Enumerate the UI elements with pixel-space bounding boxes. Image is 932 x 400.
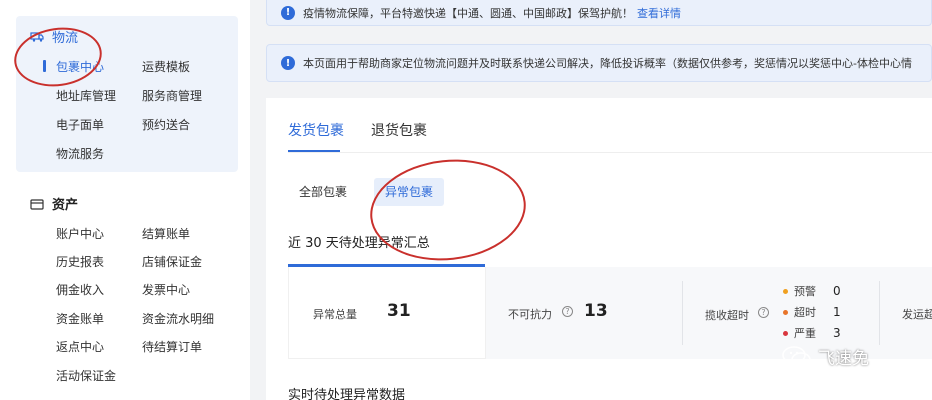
stats-divider bbox=[879, 281, 880, 345]
stat-force-majeure-value: 13 bbox=[584, 301, 608, 321]
timeout-dot bbox=[783, 309, 788, 315]
stat-total-label: 异常总量 bbox=[313, 308, 357, 321]
view-details-link[interactable]: 查看详情 bbox=[637, 5, 681, 21]
page-purpose-notice: ! 本页面用于帮助商家定位物流问题并及时联系快递公司解决，降低投诉概率（数据仅供… bbox=[266, 44, 932, 82]
nav-shop-deposit[interactable]: 店铺保证金 bbox=[142, 253, 202, 270]
level-warning-value: 0 bbox=[833, 284, 841, 298]
stat-dispatch-timeout-label: 发运超 bbox=[902, 308, 932, 321]
help-icon[interactable]: ? bbox=[758, 307, 769, 318]
level-severe: 严重 3 bbox=[783, 325, 841, 341]
tab-return-parcels[interactable]: 退货包裹 bbox=[371, 120, 427, 140]
nav-fund-bill[interactable]: 资金账单 bbox=[56, 310, 104, 327]
level-severe-value: 3 bbox=[833, 326, 841, 340]
nav-provider-management[interactable]: 服务商管理 bbox=[142, 87, 202, 104]
nav-account-center[interactable]: 账户中心 bbox=[56, 225, 104, 242]
nav-invoice-center[interactable]: 发票中心 bbox=[142, 281, 190, 298]
tab-outbound-parcels[interactable]: 发货包裹 bbox=[288, 120, 344, 140]
level-timeout-label: 超时 bbox=[794, 306, 816, 319]
nav-commission-income[interactable]: 佣金收入 bbox=[56, 281, 104, 298]
level-warning: 预警 0 bbox=[783, 283, 841, 299]
level-timeout: 超时 1 bbox=[783, 304, 841, 320]
page-purpose-text: 本页面用于帮助商家定位物流问题并及时联系快递公司解决，降低投诉概率（数据仅供参考… bbox=[303, 57, 912, 70]
stat-total-cell: 异常总量 31 bbox=[288, 267, 486, 359]
nav-settlement-bill[interactable]: 结算账单 bbox=[142, 225, 190, 242]
info-icon: ! bbox=[281, 56, 295, 70]
stat-pickup-timeout-label: 揽收超时 bbox=[705, 309, 749, 322]
segment-all-parcels[interactable]: 全部包裹 bbox=[288, 178, 358, 206]
watermark: 飞速免 bbox=[782, 344, 869, 369]
nav-activity-deposit[interactable]: 活动保证金 bbox=[56, 367, 116, 384]
stat-force-majeure-cell[interactable]: 不可抗力 ? 13 bbox=[486, 267, 682, 359]
nav-history-report[interactable]: 历史报表 bbox=[56, 253, 104, 270]
nav-logistics-service[interactable]: 物流服务 bbox=[56, 145, 104, 162]
nav-rebate-center[interactable]: 返点中心 bbox=[56, 338, 104, 355]
epidemic-notice: ! 疫情物流保障，平台特邀快递【中通、圆通、中国邮政】保驾护航！ 查看详情 bbox=[266, 0, 932, 26]
level-timeout-value: 1 bbox=[833, 305, 841, 319]
nav-freight-template[interactable]: 运费模板 bbox=[142, 58, 190, 75]
nav-address-library[interactable]: 地址库管理 bbox=[56, 87, 116, 104]
nav-electronic-waybill[interactable]: 电子面单 bbox=[56, 116, 104, 133]
severe-dot bbox=[783, 330, 788, 336]
stat-force-majeure-label: 不可抗力 bbox=[508, 308, 552, 321]
wallet-icon bbox=[30, 198, 44, 210]
info-icon: ! bbox=[281, 5, 295, 20]
assets-title: 资产 bbox=[52, 198, 79, 213]
tabs-divider bbox=[288, 152, 932, 153]
nav-scheduled-delivery[interactable]: 预约送合 bbox=[142, 116, 190, 133]
level-severe-label: 严重 bbox=[794, 327, 816, 340]
nav-pending-settlement[interactable]: 待结算订单 bbox=[142, 338, 202, 355]
realtime-title: 实时待处理异常数据 bbox=[288, 388, 406, 400]
warning-dot bbox=[783, 288, 788, 294]
assets-group-title[interactable]: 资产 bbox=[30, 194, 79, 213]
stat-total-value: 31 bbox=[387, 301, 411, 321]
active-tab-underline bbox=[288, 150, 340, 152]
nav-fund-flow-detail[interactable]: 资金流水明细 bbox=[142, 310, 214, 327]
epidemic-notice-text: 疫情物流保障，平台特邀快递【中通、圆通、中国邮政】保驾护航！ bbox=[303, 6, 633, 20]
watermark-text: 飞速免 bbox=[818, 349, 869, 369]
wechat-icon bbox=[782, 345, 811, 368]
level-warning-label: 预警 bbox=[794, 285, 816, 298]
help-icon[interactable]: ? bbox=[562, 306, 573, 317]
